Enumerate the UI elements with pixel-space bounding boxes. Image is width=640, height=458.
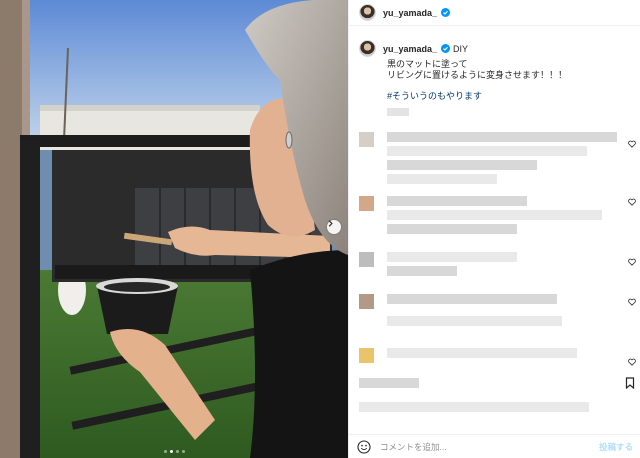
emoji-icon[interactable] (357, 439, 371, 454)
post-caption: yu_yamada_ DIY 黒のマットに塗って リビングに置けるように変身させ… (359, 40, 629, 116)
heart-icon[interactable] (628, 198, 636, 206)
heart-icon[interactable] (628, 358, 636, 366)
commenter-avatar (359, 132, 374, 147)
carousel-dot (175, 450, 179, 453)
verified-badge-icon (441, 44, 451, 53)
caption-timestamp-redacted (387, 108, 409, 116)
carousel-dot (163, 450, 167, 453)
heart-icon[interactable] (628, 140, 636, 148)
post-comment-button[interactable]: 投稿する (599, 441, 633, 453)
verified-badge-icon (441, 8, 451, 17)
comment-input[interactable] (380, 441, 599, 452)
heart-icon[interactable] (628, 298, 636, 306)
carousel-dot (181, 450, 185, 453)
caption-avatar[interactable] (359, 40, 376, 57)
post-details-panel: yu_yamada_ yu_yamada_ DIY 黒のマットに塗って リビング… (348, 0, 640, 458)
carousel-indicator (0, 450, 348, 453)
photo-image (0, 0, 348, 458)
caption-line: 黒のマットに塗って (387, 59, 468, 69)
commenter-avatar (359, 252, 374, 267)
next-slide-button[interactable] (327, 220, 341, 234)
heart-icon[interactable] (628, 258, 636, 266)
post-photo[interactable] (0, 0, 348, 458)
caption-tag: DIY (453, 43, 469, 54)
caption-username[interactable]: yu_yamada_ (383, 44, 437, 54)
header-username[interactable]: yu_yamada_ (383, 8, 437, 18)
post-modal: yu_yamada_ yu_yamada_ DIY 黒のマットに塗って リビング… (0, 0, 640, 458)
hashtag-link[interactable]: #そういうのもやります (387, 91, 629, 102)
comment-composer: 投稿する (349, 434, 640, 458)
post-header: yu_yamada_ (349, 0, 640, 26)
caption-text: 黒のマットに塗って リビングに置けるように変身させます！！！ #そういうのもやり… (387, 59, 629, 102)
bookmark-icon[interactable] (625, 377, 635, 389)
commenter-avatar (359, 348, 374, 363)
carousel-dot-active (169, 450, 173, 453)
avatar[interactable] (359, 4, 376, 21)
caption-line: リビングに置けるように変身させます！！！ (387, 70, 568, 80)
chevron-right-icon (328, 220, 333, 227)
commenter-avatar (359, 196, 374, 211)
commenter-avatar (359, 294, 374, 309)
